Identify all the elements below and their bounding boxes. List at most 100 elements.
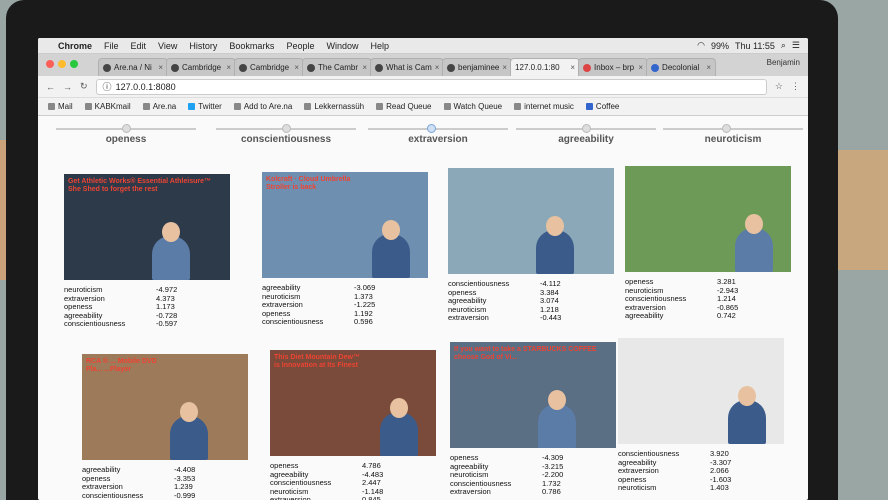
close-tab-icon[interactable]: × [362, 63, 367, 72]
bookmark-twitter[interactable]: Twitter [188, 102, 222, 111]
ad-card[interactable]: conscientiousness -4.112 openess 3.384 agree… [448, 168, 614, 323]
ad-card[interactable]: Get Athletic Works® Essential Athleisure… [64, 174, 230, 329]
ad-card[interactable]: If you want to take a STARBUCKS COFFEE c… [450, 342, 616, 497]
ad-image[interactable] [448, 168, 614, 274]
clock[interactable]: Thu 11:55 [735, 41, 775, 51]
close-tab-icon[interactable]: × [158, 63, 163, 72]
ad-card[interactable]: RCA ® ... Mobile DVD Pla... ...Player agr… [82, 354, 248, 500]
ad-caption: Kolcraft · Cloud Umbrella Stroller is ba… [266, 176, 351, 191]
slider-track[interactable] [516, 124, 656, 133]
tab-the-cambridge[interactable]: The Cambr × [302, 58, 372, 76]
slider-track[interactable] [663, 124, 803, 133]
menu-window[interactable]: Window [326, 41, 358, 51]
close-tab-icon[interactable]: × [638, 63, 643, 72]
slider-track[interactable] [368, 124, 508, 133]
wifi-icon[interactable]: ◠ [697, 40, 705, 51]
bookmark-watch-queue[interactable]: Watch Queue [443, 102, 502, 111]
tab-favicon-icon [171, 63, 179, 72]
tab-github[interactable]: benjaminee × [442, 58, 513, 76]
bookmark-icon [84, 103, 92, 110]
slider-openess[interactable]: openess [56, 122, 196, 145]
close-tab-icon[interactable]: × [706, 63, 711, 72]
trait-value: 0.596 [354, 317, 373, 327]
slider-neuroticism[interactable]: neuroticism [663, 122, 803, 145]
trait-scores: neuroticism -4.972 extraversion 4.373 openes… [64, 285, 230, 329]
tab-inbox[interactable]: Inbox – brp × [578, 58, 649, 76]
bookmark-kabkmail[interactable]: KABKmail [84, 102, 131, 111]
close-tab-icon[interactable]: × [226, 63, 231, 72]
person-figure [380, 398, 418, 456]
bookmark-lekkernassuh[interactable]: Lekkernassüh [304, 102, 364, 111]
person-head [162, 222, 180, 242]
search-icon[interactable]: ⌕ [781, 40, 786, 51]
slider-track[interactable] [216, 124, 356, 133]
bookmark-read-queue[interactable]: Read Queue [376, 102, 432, 111]
bookmark-coffee[interactable]: Coffee [585, 102, 619, 111]
slider-conscientiousness[interactable]: conscientiousness [216, 122, 356, 145]
tab-cambridge-1[interactable]: Cambridge × [166, 58, 236, 76]
menu-bookmarks[interactable]: Bookmarks [229, 41, 274, 51]
ad-image[interactable]: RCA ® ... Mobile DVD Pla... ...Player [82, 354, 248, 460]
ad-image[interactable]: This Diet Mountain Dew™ is Innovation at… [270, 350, 436, 456]
forward-arrow-icon[interactable]: → [63, 82, 72, 92]
address-bar[interactable]: ⓘ 127.0.0.1:8080 [95, 78, 767, 95]
close-tab-icon[interactable]: × [502, 63, 507, 72]
slider-knob[interactable] [122, 124, 131, 133]
menu-file[interactable]: File [104, 41, 119, 51]
minimize-window-icon[interactable] [58, 60, 66, 68]
ad-card[interactable]: This Diet Mountain Dew™ is Innovation at… [270, 350, 436, 500]
tab-localhost[interactable]: 127.0.0.1:80 × [510, 58, 581, 76]
tab-what-is-cam[interactable]: What is Cam × [370, 58, 444, 76]
list-icon[interactable]: ☰ [792, 40, 800, 51]
ad-card[interactable]: conscientiousness 3.920 agreeability -3.307… [618, 338, 784, 493]
back-arrow-icon[interactable]: ← [46, 82, 55, 92]
slider-knob[interactable] [722, 124, 731, 133]
zoom-window-icon[interactable] [70, 60, 78, 68]
bookmark-icon [48, 103, 55, 110]
battery-status[interactable]: 99% [711, 41, 729, 51]
menu-dots-icon[interactable]: ⋮ [791, 81, 800, 92]
person-head [548, 390, 566, 410]
menu-view[interactable]: View [158, 41, 177, 51]
ad-card[interactable]: Kolcraft · Cloud Umbrella Stroller is ba… [262, 172, 428, 327]
bookmark-add-to-arena[interactable]: Add to Are.na [233, 102, 292, 111]
ad-caption: This Diet Mountain Dew™ is Innovation at… [274, 354, 360, 369]
star-icon[interactable]: ☆ [775, 81, 783, 92]
ad-image[interactable]: Kolcraft · Cloud Umbrella Stroller is ba… [262, 172, 428, 278]
person-head [745, 214, 763, 234]
close-tab-icon[interactable]: × [435, 63, 440, 72]
trait-name: agreeability [625, 311, 664, 321]
ad-card[interactable]: openess 3.281 neuroticism -2.943 conscientio… [625, 166, 791, 321]
ad-image[interactable] [618, 338, 784, 444]
tab-decolonial[interactable]: Decolonial × [646, 58, 717, 76]
trait-name: neuroticism [618, 483, 657, 493]
slider-agreeability[interactable]: agreeability [516, 122, 656, 145]
menu-people[interactable]: People [286, 41, 314, 51]
bookmark-arena[interactable]: Are.na [142, 102, 177, 111]
tab-cambridge-2[interactable]: Cambridge × [234, 58, 304, 76]
ad-image[interactable]: Get Athletic Works® Essential Athleisure… [64, 174, 230, 280]
menu-edit[interactable]: Edit [131, 41, 147, 51]
trait-score-row: conscientiousness 0.596 [262, 318, 428, 327]
bookmark-label: Are.na [152, 102, 177, 111]
menu-history[interactable]: History [189, 41, 217, 51]
ad-image[interactable]: If you want to take a STARBUCKS COFFEE c… [450, 342, 616, 448]
tab-arena[interactable]: Are.na / Ni × [98, 58, 168, 76]
close-tab-icon[interactable]: × [294, 63, 299, 72]
bookmark-mail[interactable]: Mail [48, 102, 73, 111]
slider-track[interactable] [56, 124, 196, 133]
slider-knob[interactable] [427, 124, 436, 133]
menu-help[interactable]: Help [370, 41, 389, 51]
trait-score-row: conscientiousness -0.597 [64, 320, 230, 329]
trait-name: extraversion [450, 487, 491, 497]
slider-knob[interactable] [582, 124, 591, 133]
close-window-icon[interactable] [46, 60, 54, 68]
profile-button[interactable]: Benjamin [767, 58, 800, 67]
app-menu[interactable]: Chrome [58, 41, 92, 51]
bookmark-internet-music[interactable]: internet music [514, 102, 574, 111]
slider-knob[interactable] [282, 124, 291, 133]
close-tab-icon[interactable]: × [570, 63, 575, 72]
reload-icon[interactable]: ↻ [80, 81, 88, 92]
slider-extraversion[interactable]: extraversion [368, 122, 508, 145]
ad-image[interactable] [625, 166, 791, 272]
